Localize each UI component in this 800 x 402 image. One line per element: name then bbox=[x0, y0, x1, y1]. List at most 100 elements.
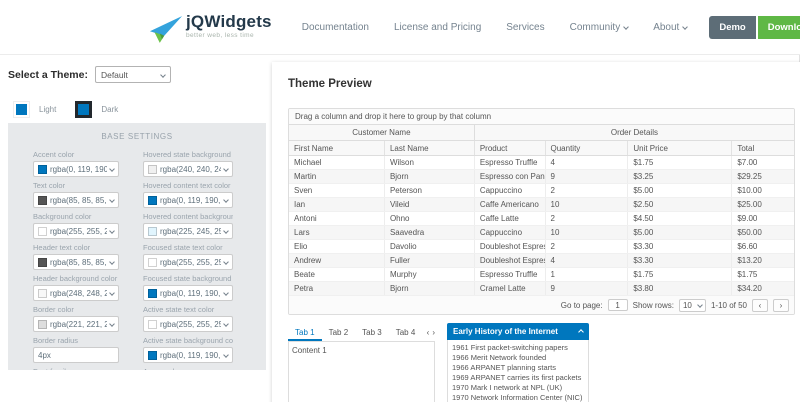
table-row[interactable]: AndrewFullerDoubleshot Espresso4$3.30$13… bbox=[289, 254, 794, 268]
next-page-button[interactable]: › bbox=[773, 299, 789, 312]
group-header-cell-order-details[interactable]: Order Details bbox=[475, 125, 794, 140]
column-header-unit-price[interactable]: Unit Price bbox=[628, 141, 732, 155]
table-cell: $34.20 bbox=[732, 282, 794, 295]
list-item[interactable]: 1969 ARPANET carries its first packets bbox=[452, 373, 584, 383]
color-dropdown[interactable]: rgba(0, 119, 190, 1) bbox=[33, 161, 119, 177]
logo-title: jQWidgets bbox=[186, 12, 272, 32]
color-dropdown[interactable]: rgba(240, 240, 240... bbox=[143, 161, 233, 177]
mode-tab-label: Dark bbox=[101, 105, 118, 114]
table-row[interactable]: LarsSaavedraCappuccino10$5.00$50.00 bbox=[289, 226, 794, 240]
chevron-down-icon bbox=[223, 290, 229, 296]
grid-group-drop-zone[interactable]: Drag a column and drop it here to group … bbox=[289, 109, 794, 125]
mode-tab-light[interactable]: Light bbox=[8, 95, 70, 123]
table-row[interactable]: ElioDavolioDoubleshot Espresso2$3.30$6.6… bbox=[289, 240, 794, 254]
table-row[interactable]: MichaelWilsonEspresso Truffle4$1.75$7.00 bbox=[289, 156, 794, 170]
table-row[interactable]: MartinBjornEspresso con Panna9$3.25$29.2… bbox=[289, 170, 794, 184]
table-row[interactable]: PetraBjornCramel Latte9$3.80$34.20 bbox=[289, 282, 794, 296]
list-item[interactable]: 1970 Network Information Center (NIC) bbox=[452, 393, 584, 402]
table-cell: $3.80 bbox=[628, 282, 732, 295]
field-border-radius: Border radius 4px bbox=[33, 336, 119, 363]
nav-item-community[interactable]: Community bbox=[570, 22, 629, 33]
tab-1[interactable]: Tab 1 bbox=[288, 323, 322, 341]
color-dropdown[interactable]: rgba(221, 221, 221... bbox=[33, 316, 119, 332]
table-cell: Ian bbox=[289, 198, 385, 211]
color-dropdown[interactable]: rgba(255, 255, 255... bbox=[33, 223, 119, 239]
nav-item-license-and-pricing[interactable]: License and Pricing bbox=[394, 22, 481, 33]
mode-tab-dark[interactable]: Dark bbox=[70, 95, 132, 123]
field-label: Hovered content background color bbox=[143, 212, 233, 221]
table-cell: 10 bbox=[546, 198, 629, 211]
nav-item-label: Services bbox=[506, 22, 544, 33]
table-row[interactable]: AntoniOhnoCaffe Latte2$4.50$9.00 bbox=[289, 212, 794, 226]
tab-4[interactable]: Tab 4 bbox=[389, 323, 423, 341]
grid-pager: Go to page: Show rows: 10 1-10 of 50 ‹ › bbox=[289, 296, 794, 314]
nav-item-documentation[interactable]: Documentation bbox=[302, 22, 369, 33]
column-header-first-name[interactable]: First Name bbox=[289, 141, 385, 155]
list-item[interactable]: 1966 ARPANET planning starts bbox=[452, 363, 584, 373]
field-active-state-background-color: Active state background colorrgba(0, 119… bbox=[143, 336, 233, 363]
field-active-state-text-color: Active state text colorrgba(255, 255, 25… bbox=[143, 305, 233, 332]
table-cell: Davolio bbox=[385, 240, 475, 253]
field-header-text-color: Header text colorrgba(85, 85, 85, 1) bbox=[33, 243, 119, 270]
field-value: rgba(255, 255, 255... bbox=[50, 227, 107, 236]
color-dropdown[interactable]: rgba(255, 255, 255... bbox=[143, 316, 233, 332]
table-row[interactable]: BeateMurphyEspresso Truffle1$1.75$1.75 bbox=[289, 268, 794, 282]
column-header-quantity[interactable]: Quantity bbox=[546, 141, 629, 155]
table-row[interactable]: SvenPetersonCappuccino2$5.00$10.00 bbox=[289, 184, 794, 198]
prev-page-button[interactable]: ‹ bbox=[752, 299, 768, 312]
group-header-cell-customer-name[interactable]: Customer Name bbox=[289, 125, 475, 140]
field-label: Border color bbox=[33, 305, 119, 314]
list-item[interactable]: 1961 First packet-switching papers bbox=[452, 343, 584, 353]
color-swatch-icon bbox=[38, 289, 47, 298]
field-hovered-content-background-color: Hovered content background color rgba(225… bbox=[143, 212, 233, 239]
tab-content: Content 1 bbox=[288, 342, 435, 402]
nav-item-services[interactable]: Services bbox=[506, 22, 544, 33]
nav-item-label: Community bbox=[570, 22, 621, 33]
color-swatch-icon bbox=[38, 227, 47, 236]
show-rows-label: Show rows: bbox=[633, 301, 674, 310]
color-dropdown[interactable]: rgba(225, 245, 254... bbox=[143, 223, 233, 239]
main-nav: Documentation License and Pricing Services… bbox=[302, 22, 688, 33]
expander-header[interactable]: Early History of the Internet bbox=[447, 323, 589, 340]
color-dropdown[interactable]: rgba(85, 85, 85, 1) bbox=[33, 192, 119, 208]
color-dropdown[interactable]: rgba(248, 248, 248... bbox=[33, 285, 119, 301]
tab-strip: Tab 1Tab 2Tab 3Tab 4Tab 5‹› bbox=[288, 323, 435, 342]
tab-scroll-left-icon[interactable]: ‹ bbox=[427, 328, 430, 337]
tab-3[interactable]: Tab 3 bbox=[355, 323, 389, 341]
field-value: 4px bbox=[38, 351, 51, 360]
color-dropdown[interactable]: rgba(85, 85, 85, 1) bbox=[33, 254, 119, 270]
theme-select[interactable]: Default bbox=[95, 66, 171, 83]
table-cell: $29.25 bbox=[732, 170, 794, 183]
field-label: Border radius bbox=[33, 336, 119, 345]
table-cell: Saavedra bbox=[385, 226, 475, 239]
color-dropdown[interactable]: rgba(255, 255, 255... bbox=[143, 254, 233, 270]
color-dropdown[interactable]: rgba(0, 119, 190, 1) bbox=[143, 347, 233, 363]
color-dropdown[interactable]: rgba(0, 119, 190, 1) bbox=[143, 192, 233, 208]
list-item[interactable]: 1970 Mark I network at NPL (UK) bbox=[452, 383, 584, 393]
list-item[interactable]: 1966 Merit Network founded bbox=[452, 353, 584, 363]
app-window: jQWidgets better web, less time Document… bbox=[0, 0, 800, 402]
table-row[interactable]: IanVileidCaffe Americano10$2.50$25.00 bbox=[289, 198, 794, 212]
app-logo[interactable]: jQWidgets better web, less time bbox=[150, 12, 272, 43]
show-rows-select[interactable]: 10 bbox=[679, 299, 706, 312]
field-label: Focused state background color bbox=[143, 274, 233, 283]
color-swatch-icon bbox=[38, 320, 47, 329]
grid-group-header-row: Customer NameOrder Details bbox=[289, 125, 794, 141]
column-header-product[interactable]: Product bbox=[475, 141, 546, 155]
text-input[interactable]: 4px bbox=[33, 347, 119, 363]
column-header-last-name[interactable]: Last Name bbox=[385, 141, 475, 155]
download-button[interactable]: Download bbox=[758, 16, 800, 39]
page-input[interactable] bbox=[608, 299, 628, 311]
table-cell: Wilson bbox=[385, 156, 475, 169]
nav-item-about[interactable]: About bbox=[653, 22, 687, 33]
field-label: Header background color bbox=[33, 274, 119, 283]
tab-scroll-right-icon[interactable]: › bbox=[432, 328, 435, 337]
demo-button[interactable]: Demo bbox=[709, 16, 755, 39]
color-dropdown[interactable]: rgba(0, 119, 190, 1) bbox=[143, 285, 233, 301]
color-swatch-icon bbox=[38, 196, 47, 205]
table-cell: Espresso Truffle bbox=[475, 156, 546, 169]
tab-2[interactable]: Tab 2 bbox=[322, 323, 356, 341]
table-cell: 2 bbox=[546, 184, 629, 197]
column-header-total[interactable]: Total bbox=[732, 141, 794, 155]
table-cell: Elio bbox=[289, 240, 385, 253]
